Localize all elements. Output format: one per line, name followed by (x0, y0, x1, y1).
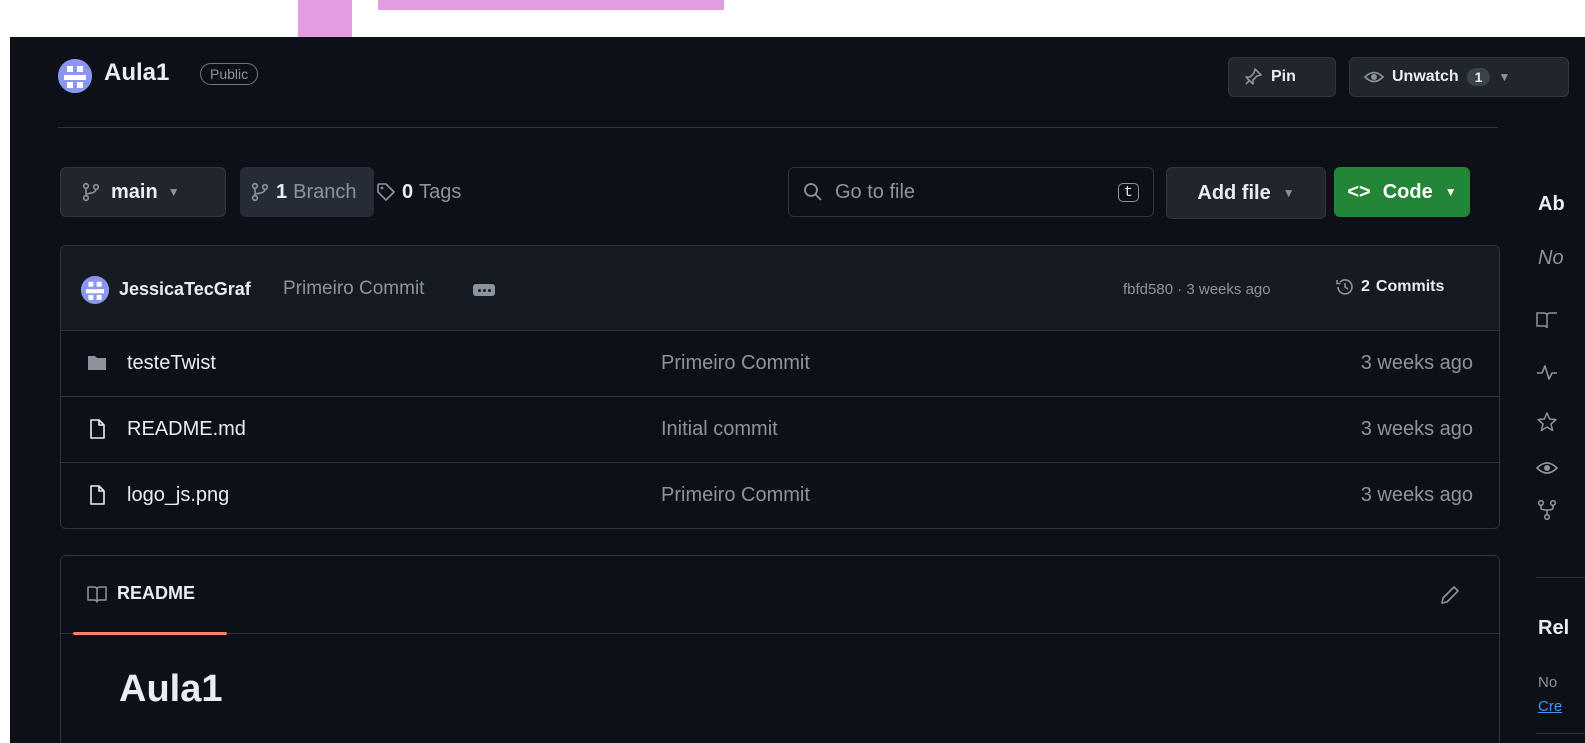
search-input[interactable] (833, 179, 1108, 205)
sidebar-divider (1536, 577, 1585, 578)
eye-icon[interactable] (1536, 457, 1558, 479)
about-description: No (1538, 247, 1564, 269)
about-sidebar: Ab No Rel No Cre (1536, 167, 1585, 743)
tag-label: Tags (419, 180, 462, 203)
commit-message-link[interactable]: Primeiro Commit (283, 278, 424, 300)
visibility-badge: Public (200, 63, 259, 85)
add-file-label: Add file (1197, 181, 1271, 204)
git-branch-icon (82, 182, 100, 202)
file-commit-message[interactable]: Initial commit (661, 418, 778, 441)
commits-link[interactable]: 2 Commits (1335, 277, 1444, 297)
active-tab-underline (73, 632, 227, 635)
branch-name: main (111, 180, 158, 203)
chevron-down-icon: ▼ (1498, 70, 1511, 84)
branch-selector[interactable]: main ▼ (60, 167, 226, 217)
fork-icon[interactable] (1536, 499, 1558, 521)
file-commit-time: 3 weeks ago (1360, 352, 1473, 374)
file-icon (90, 419, 105, 439)
annotation-highlight-bar (378, 0, 724, 10)
pin-icon (1245, 68, 1262, 85)
github-repo-page: Aula1 Public Pin Unwatch 1 ▼ main ▼ 1 Br… (10, 37, 1585, 743)
book-icon (87, 585, 107, 603)
readme-heading: Aula1 (119, 668, 223, 710)
unwatch-label: Unwatch (1392, 68, 1459, 85)
header-divider (58, 127, 1498, 128)
tab-readme[interactable]: README (87, 583, 195, 604)
readme-panel: README Aula1 (60, 555, 1500, 743)
eye-icon (1364, 71, 1384, 83)
file-table: JessicaTecGraf Primeiro Commit fbfd580 ·… (60, 245, 1500, 529)
add-file-button[interactable]: Add file ▼ (1166, 167, 1326, 219)
pencil-icon[interactable] (1439, 584, 1461, 606)
branch-label: Branch (293, 180, 357, 203)
keyboard-shortcut-hint: t (1117, 182, 1139, 202)
latest-commit-bar: JessicaTecGraf Primeiro Commit fbfd580 ·… (61, 246, 1499, 331)
code-button[interactable]: <> Code ▼ (1334, 167, 1470, 217)
file-name[interactable]: README.md (127, 418, 246, 441)
chevron-down-icon: ▼ (1282, 186, 1295, 200)
file-commit-message[interactable]: Primeiro Commit (661, 484, 810, 507)
activity-icon[interactable] (1536, 361, 1558, 383)
avatar-icon[interactable] (81, 276, 109, 304)
releases-text: No (1538, 674, 1558, 691)
tags-link[interactable]: 0 Tags (376, 167, 461, 217)
sidebar-divider (1536, 733, 1585, 734)
commit-author-link[interactable]: JessicaTecGraf (119, 279, 251, 300)
chevron-down-icon: ▼ (167, 185, 180, 199)
git-branch-icon (251, 182, 269, 202)
commits-count: 2 (1361, 278, 1370, 295)
book-icon[interactable] (1536, 309, 1558, 331)
commit-meta[interactable]: fbfd580 · 3 weeks ago (1123, 281, 1271, 298)
star-icon[interactable] (1536, 411, 1558, 433)
history-icon (1336, 279, 1353, 295)
chevron-down-icon: ▼ (1444, 185, 1457, 199)
folder-icon (88, 356, 106, 370)
readme-header: README (61, 556, 1499, 635)
readme-tab-label: README (117, 583, 196, 603)
pin-label: Pin (1271, 68, 1296, 85)
code-icon: <> (1347, 180, 1371, 203)
file-name[interactable]: testeTwist (127, 352, 216, 375)
tag-count: 0 (402, 180, 414, 203)
tag-icon (377, 183, 395, 201)
repo-header: Aula1 Public Pin Unwatch 1 ▼ (58, 57, 1585, 109)
commits-label: Commits (1375, 278, 1445, 295)
releases-heading[interactable]: Rel (1538, 617, 1569, 640)
avatar-icon[interactable] (58, 59, 92, 93)
repo-name[interactable]: Aula1 (104, 59, 169, 87)
file-row-testetwist[interactable]: testeTwist Primeiro Commit 3 weeks ago (61, 331, 1499, 397)
file-row-readme[interactable]: README.md Initial commit 3 weeks ago (61, 397, 1499, 463)
branches-link[interactable]: 1 Branch (240, 167, 374, 217)
code-label: Code (1382, 180, 1433, 203)
file-name[interactable]: logo_js.png (127, 484, 229, 507)
branch-count: 1 (276, 180, 288, 203)
about-heading: Ab (1538, 193, 1565, 215)
file-icon (90, 485, 105, 505)
pin-button[interactable]: Pin (1228, 57, 1336, 97)
ellipsis-icon[interactable] (473, 284, 495, 296)
repo-toolbar: main ▼ 1 Branch 0 Tags t Add file ▼ <> C… (58, 167, 1585, 219)
file-row-logo[interactable]: logo_js.png Primeiro Commit 3 weeks ago (61, 463, 1499, 528)
watch-counter: 1 (1466, 68, 1491, 86)
file-commit-time: 3 weeks ago (1360, 418, 1473, 440)
go-to-file-search[interactable]: t (788, 167, 1154, 217)
unwatch-button[interactable]: Unwatch 1 ▼ (1349, 57, 1569, 97)
search-icon (804, 183, 822, 201)
file-commit-time: 3 weeks ago (1360, 484, 1473, 506)
file-commit-message[interactable]: Primeiro Commit (661, 352, 810, 375)
create-release-link[interactable]: Cre (1538, 698, 1562, 715)
